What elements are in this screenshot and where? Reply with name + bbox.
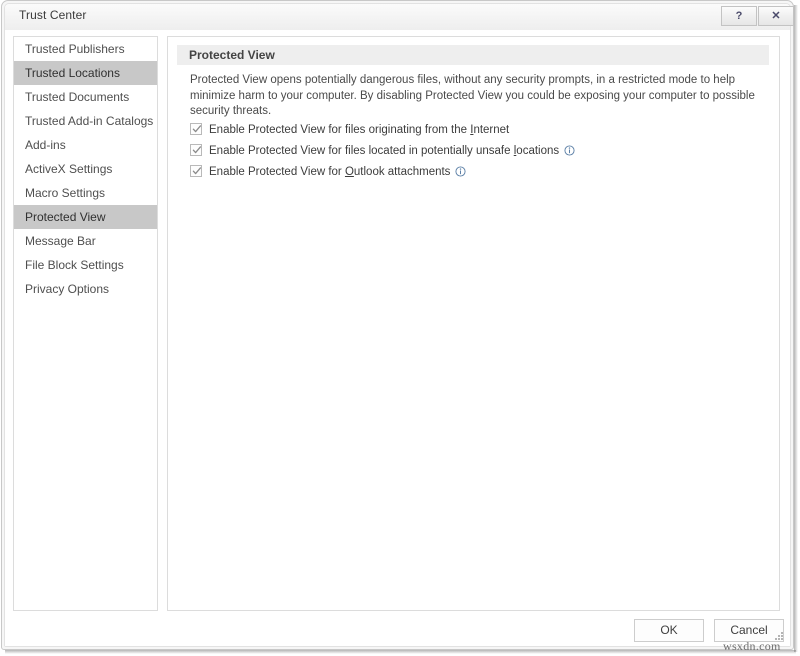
watermark-text: wsxdn.com (723, 639, 781, 653)
sidebar-item-macro-settings[interactable]: Macro Settings (14, 181, 157, 205)
grip-dot (781, 635, 783, 637)
ok-button[interactable]: OK (634, 619, 704, 642)
sidebar-item-trusted-add-in-catalogs[interactable]: Trusted Add-in Catalogs (14, 109, 157, 133)
sidebar-item-label: Add-ins (25, 138, 66, 152)
grip-dot (778, 635, 780, 637)
section-description: Protected View opens potentially dangero… (190, 74, 755, 117)
sidebar-item-add-ins[interactable]: Add-ins (14, 133, 157, 157)
close-button[interactable]: ✕ (758, 6, 794, 26)
cancel-button-label: Cancel (730, 623, 768, 637)
sidebar-item-trusted-locations[interactable]: Trusted Locations (14, 61, 157, 85)
settings-content-panel: Protected View Protected View opens pote… (167, 36, 780, 611)
checkbox-label-suffix: utlook attachments (353, 166, 451, 178)
trust-center-dialog: Trust Center ? ✕ Trusted Publishers Trust… (0, 0, 800, 656)
checkbox-1[interactable] (190, 123, 202, 135)
checkbox-label-2: Enable Protected View for files located … (209, 145, 559, 157)
sidebar-item-privacy-options[interactable]: Privacy Options (14, 277, 157, 301)
section-title: Protected View (177, 45, 769, 65)
grip-dot (781, 632, 783, 634)
dialog-body: Trusted Publishers Trusted Locations Trust… (5, 30, 790, 646)
window-shadow-bottom (5, 650, 796, 654)
sidebar-item-label: Trusted Add-in Catalogs (25, 114, 154, 128)
checkbox-row-2[interactable]: Enable Protected View for files located … (190, 144, 575, 160)
checkbox-accesskey: O (344, 166, 354, 178)
checkbox-label-suffix: ocations (516, 145, 560, 157)
checkbox-row-3[interactable]: Enable Protected View for Outlook attach… (190, 165, 466, 181)
close-icon: ✕ (771, 10, 781, 22)
sidebar-item-label: Macro Settings (25, 186, 106, 200)
sidebar-item-label: ActiveX Settings (25, 162, 113, 176)
question-mark-icon: ? (735, 10, 743, 22)
info-icon[interactable] (564, 145, 575, 160)
ok-button-label: OK (660, 623, 678, 637)
checkbox-label-prefix: Enable Protected View for files originat… (209, 124, 471, 136)
sidebar-item-file-block-settings[interactable]: File Block Settings (14, 253, 157, 277)
sidebar-item-label: Protected View (25, 210, 106, 224)
sidebar-item-message-bar[interactable]: Message Bar (14, 229, 157, 253)
sidebar-item-label: Trusted Documents (25, 90, 130, 104)
checkbox-label-prefix: Enable Protected View for (209, 166, 345, 178)
category-sidebar[interactable]: Trusted Publishers Trusted Locations Trust… (13, 36, 158, 611)
grip-dot (781, 638, 783, 640)
sidebar-item-label: Privacy Options (25, 282, 110, 296)
sidebar-item-protected-view[interactable]: Protected View (14, 205, 157, 229)
checkbox-label-prefix: Enable Protected View for files located … (209, 145, 514, 157)
checkbox-2[interactable] (190, 144, 202, 156)
checkbox-label-3: Enable Protected View for Outlook attach… (209, 166, 450, 178)
checkbox-row-1[interactable]: Enable Protected View for files originat… (190, 123, 509, 137)
sidebar-item-label: Trusted Publishers (25, 42, 125, 56)
info-icon[interactable] (455, 166, 466, 181)
checkbox-label-1: Enable Protected View for files originat… (209, 124, 509, 136)
title-bar[interactable]: Trust Center ? ✕ (5, 4, 794, 30)
checkbox-3[interactable] (190, 165, 202, 177)
window-shadow-right (794, 5, 798, 652)
sidebar-item-label: Message Bar (25, 234, 96, 248)
help-button[interactable]: ? (721, 6, 757, 26)
sidebar-item-trusted-documents[interactable]: Trusted Documents (14, 85, 157, 109)
sidebar-item-label: Trusted Locations (25, 66, 120, 80)
window-title: Trust Center (19, 8, 87, 22)
sidebar-item-activex-settings[interactable]: ActiveX Settings (14, 157, 157, 181)
sidebar-item-trusted-publishers[interactable]: Trusted Publishers (14, 37, 157, 61)
checkbox-label-suffix: nternet (473, 124, 510, 136)
sidebar-item-label: File Block Settings (25, 258, 124, 272)
